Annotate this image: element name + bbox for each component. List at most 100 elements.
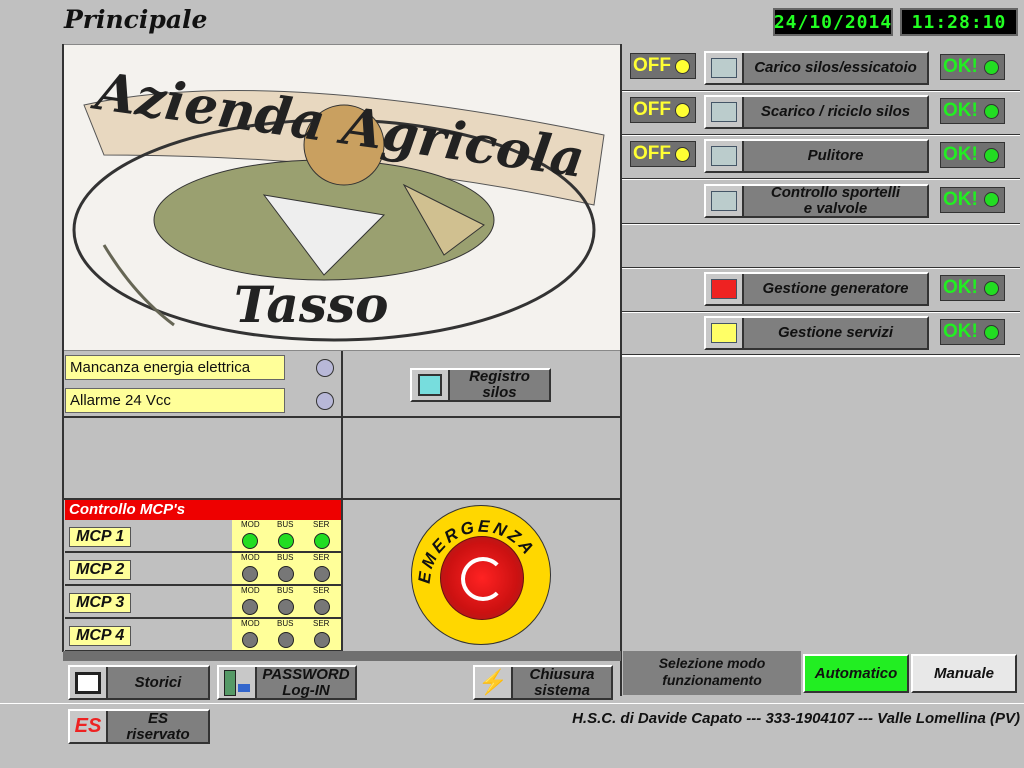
status-ok-0: OK! — [940, 54, 1005, 80]
status-led-icon — [242, 533, 258, 549]
alarm-24vcc: Allarme 24 Vcc — [65, 388, 285, 413]
function-label: Controllo sportelli e valvole — [770, 183, 901, 217]
status-off-0: OFF — [630, 53, 696, 79]
function-button-3[interactable]: Controllo sportelli e valvole — [704, 183, 929, 218]
led-label: SER — [313, 619, 330, 628]
status-led-icon — [314, 533, 330, 549]
mcp-label: MCP 4 — [69, 626, 131, 646]
led-label: BUS — [277, 553, 294, 562]
status-led-icon — [278, 533, 294, 549]
function-button-0[interactable]: Carico silos/essicatoio — [704, 51, 929, 85]
cleaner-icon — [706, 141, 744, 172]
time-display: 11:28:10 — [900, 8, 1018, 36]
function-button-5[interactable]: Gestione generatore — [704, 272, 929, 306]
status-off-2: OFF — [630, 141, 696, 168]
clipboard-icon — [412, 370, 450, 400]
svg-text:EMERGENZA: EMERGENZA — [415, 517, 539, 585]
status-ok-3: OK! — [940, 186, 1005, 213]
status-led-icon — [278, 599, 294, 615]
status-led-icon — [278, 566, 294, 582]
yellow-led-icon — [675, 146, 690, 162]
status-led-icon — [314, 632, 330, 648]
status-led-icon — [242, 566, 258, 582]
monitor-icon — [70, 667, 108, 698]
mode-automatic-button[interactable]: Automatico — [803, 654, 909, 693]
function-label: Pulitore — [807, 147, 864, 165]
led-label: BUS — [277, 619, 294, 628]
green-led-icon — [983, 324, 999, 340]
registro-label-2: silos — [482, 384, 517, 401]
function-label: Gestione servizi — [777, 324, 894, 342]
registro-label-1: Registro — [469, 368, 530, 385]
mcp-row: MCP 1 MOD BUS SER — [65, 520, 341, 553]
es-riservato-button[interactable]: ES ES riservato — [68, 709, 210, 744]
function-button-6[interactable]: Gestione servizi — [704, 316, 929, 351]
valve-panel-icon — [706, 185, 744, 216]
mcp-row: MCP 3 MOD BUS SER — [65, 586, 341, 619]
led-label: SER — [313, 586, 330, 595]
mcp-label: MCP 1 — [69, 527, 131, 547]
green-led-icon — [983, 103, 999, 119]
password-label: PASSWORD — [262, 665, 350, 683]
lightning-icon: ⚡ — [475, 667, 513, 698]
chiusura-label: Chiusura — [529, 665, 595, 683]
mcp-header: Controllo MCP's — [65, 500, 341, 520]
yellow-led-icon — [675, 58, 690, 74]
password-login-button[interactable]: PASSWORD Log-IN — [217, 665, 357, 700]
led-label: MOD — [241, 586, 260, 595]
function-button-2[interactable]: Pulitore — [704, 139, 929, 174]
login-label: Log-IN — [282, 681, 330, 699]
storici-button[interactable]: Storici — [68, 665, 210, 700]
green-led-icon — [983, 280, 999, 296]
company-logo: Azienda Agricola Tasso — [63, 44, 621, 351]
silo-load-icon — [706, 53, 744, 83]
status-led-icon — [314, 599, 330, 615]
mode-selection-label: Selezione modo funzionamento — [623, 651, 801, 695]
led-label: MOD — [241, 553, 260, 562]
es-icon: ES — [70, 711, 108, 742]
green-led-icon — [983, 59, 999, 75]
alarm-24vcc-indicator — [316, 392, 334, 410]
sistema-label: sistema — [534, 681, 590, 699]
alarm-power-indicator — [316, 359, 334, 377]
function-label: Scarico / riciclo silos — [760, 103, 911, 121]
emergency-label: EMERGENZA — [415, 517, 536, 585]
generator-icon — [706, 274, 744, 304]
function-label: Carico silos/essicatoio — [754, 59, 917, 76]
silo-unload-icon — [706, 97, 744, 128]
keypad-icon — [219, 667, 257, 698]
green-led-icon — [983, 147, 999, 163]
status-led-icon — [278, 632, 294, 648]
led-label: BUS — [277, 586, 294, 595]
green-led-icon — [983, 192, 999, 208]
led-label: MOD — [241, 619, 260, 628]
chiusura-sistema-button[interactable]: ⚡ Chiusura sistema — [473, 665, 613, 700]
mode-manual-button[interactable]: Manuale — [911, 654, 1017, 693]
status-led-icon — [314, 566, 330, 582]
status-ok-2: OK! — [940, 142, 1005, 169]
status-ok-6: OK! — [940, 319, 1005, 346]
footer-credits: H.S.C. di Davide Capato --- 333-1904107 … — [572, 710, 1020, 727]
mcp-row: MCP 2 MOD BUS SER — [65, 553, 341, 586]
emergency-stop-button[interactable]: EMERGENZA — [411, 505, 551, 645]
led-label: SER — [313, 553, 330, 562]
mcp-row: MCP 4 MOD BUS SER — [65, 619, 341, 652]
status-ok-5: OK! — [940, 275, 1005, 301]
date-display: 24/10/2014 — [773, 8, 893, 36]
riservato-label: riservato — [126, 725, 190, 743]
yellow-led-icon — [675, 102, 690, 118]
function-button-1[interactable]: Scarico / riciclo silos — [704, 95, 929, 130]
led-label: MOD — [241, 520, 260, 529]
status-led-icon — [242, 599, 258, 615]
function-label: Gestione generatore — [762, 280, 909, 297]
mcp-label: MCP 2 — [69, 560, 131, 580]
lightbulb-icon — [706, 318, 744, 349]
page-title: Principale — [64, 5, 208, 34]
logo-text-sub: Tasso — [234, 275, 389, 334]
registro-silos-button[interactable]: Registro silos — [410, 368, 551, 402]
alarm-power-failure: Mancanza energia elettrica — [65, 355, 285, 380]
led-label: SER — [313, 520, 330, 529]
led-label: BUS — [277, 520, 294, 529]
status-led-icon — [242, 632, 258, 648]
status-off-1: OFF — [630, 97, 696, 124]
